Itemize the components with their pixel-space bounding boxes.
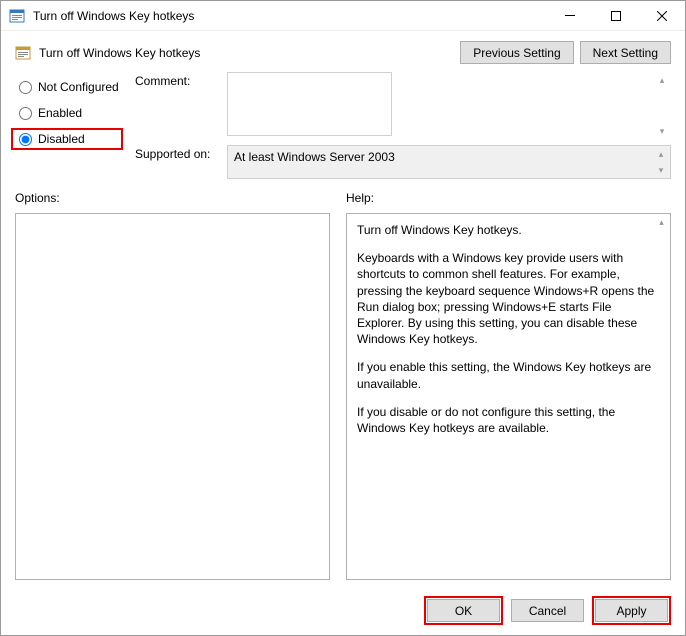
supported-box: At least Windows Server 2003 ▴ ▾ xyxy=(227,145,671,179)
help-text-p3: If you enable this setting, the Windows … xyxy=(357,359,660,391)
supported-value: At least Windows Server 2003 xyxy=(234,150,395,164)
scroll-up-icon[interactable]: ▴ xyxy=(654,73,670,87)
help-text-p2: Keyboards with a Windows key provide use… xyxy=(357,250,660,347)
radio-not-configured-input[interactable] xyxy=(19,81,32,94)
help-text-p4: If you disable or do not configure this … xyxy=(357,404,660,436)
supported-row: Supported on: At least Windows Server 20… xyxy=(135,145,671,179)
radio-disabled-label: Disabled xyxy=(38,132,85,146)
help-scroll-up-icon[interactable]: ▴ xyxy=(654,215,669,229)
minimize-icon xyxy=(565,15,575,16)
comment-scroll: ▴ ▾ xyxy=(654,73,670,138)
apply-button[interactable]: Apply xyxy=(595,599,668,622)
fields-column: Comment: ▴ ▾ Supported on: At least Wind… xyxy=(135,72,671,179)
radio-column: Not Configured Enabled Disabled xyxy=(15,72,123,179)
next-setting-button[interactable]: Next Setting xyxy=(580,41,671,64)
maximize-button[interactable] xyxy=(593,1,639,31)
apply-highlight: Apply xyxy=(592,596,671,625)
help-panel: ▴ Turn off Windows Key hotkeys. Keyboard… xyxy=(346,213,671,580)
close-button[interactable] xyxy=(639,1,685,31)
footer-buttons: OK Cancel Apply xyxy=(1,588,685,635)
close-icon xyxy=(657,11,667,21)
settings-top-area: Not Configured Enabled Disabled Comment:… xyxy=(1,72,685,187)
comment-label: Comment: xyxy=(135,72,217,88)
help-text-p1: Turn off Windows Key hotkeys. xyxy=(357,222,660,238)
options-label-wrap: Options: xyxy=(15,191,330,209)
app-icon xyxy=(9,8,25,24)
options-label: Options: xyxy=(15,191,330,205)
window-titlebar: Turn off Windows Key hotkeys xyxy=(1,1,685,31)
minimize-button[interactable] xyxy=(547,1,593,31)
options-panel xyxy=(15,213,330,580)
supported-scroll: ▴ ▾ xyxy=(653,147,669,177)
comment-row: Comment: ▴ ▾ xyxy=(135,72,671,139)
sections-labels-row: Options: Help: xyxy=(1,187,685,213)
radio-not-configured[interactable]: Not Configured xyxy=(15,76,123,98)
help-label: Help: xyxy=(346,191,671,205)
comment-textarea[interactable] xyxy=(227,72,392,136)
window-controls xyxy=(547,1,685,31)
ok-highlight: OK xyxy=(424,596,503,625)
scroll-down-icon[interactable]: ▾ xyxy=(653,163,669,177)
window-title: Turn off Windows Key hotkeys xyxy=(33,9,547,23)
help-label-wrap: Help: xyxy=(346,191,671,209)
policy-title: Turn off Windows Key hotkeys xyxy=(39,46,454,60)
cancel-button[interactable]: Cancel xyxy=(511,599,584,622)
radio-enabled[interactable]: Enabled xyxy=(15,102,123,124)
radio-not-configured-label: Not Configured xyxy=(38,80,119,94)
previous-setting-button[interactable]: Previous Setting xyxy=(460,41,573,64)
scroll-up-icon[interactable]: ▴ xyxy=(653,147,669,161)
radio-enabled-input[interactable] xyxy=(19,107,32,120)
supported-label: Supported on: xyxy=(135,145,217,161)
ok-button[interactable]: OK xyxy=(427,599,500,622)
scroll-down-icon[interactable]: ▾ xyxy=(654,124,670,138)
policy-icon xyxy=(15,45,31,61)
radio-disabled[interactable]: Disabled xyxy=(11,128,123,150)
maximize-icon xyxy=(611,11,621,21)
header-row: Turn off Windows Key hotkeys Previous Se… xyxy=(1,31,685,72)
radio-disabled-input[interactable] xyxy=(19,133,32,146)
radio-enabled-label: Enabled xyxy=(38,106,82,120)
panels-row: ▴ Turn off Windows Key hotkeys. Keyboard… xyxy=(1,213,685,588)
